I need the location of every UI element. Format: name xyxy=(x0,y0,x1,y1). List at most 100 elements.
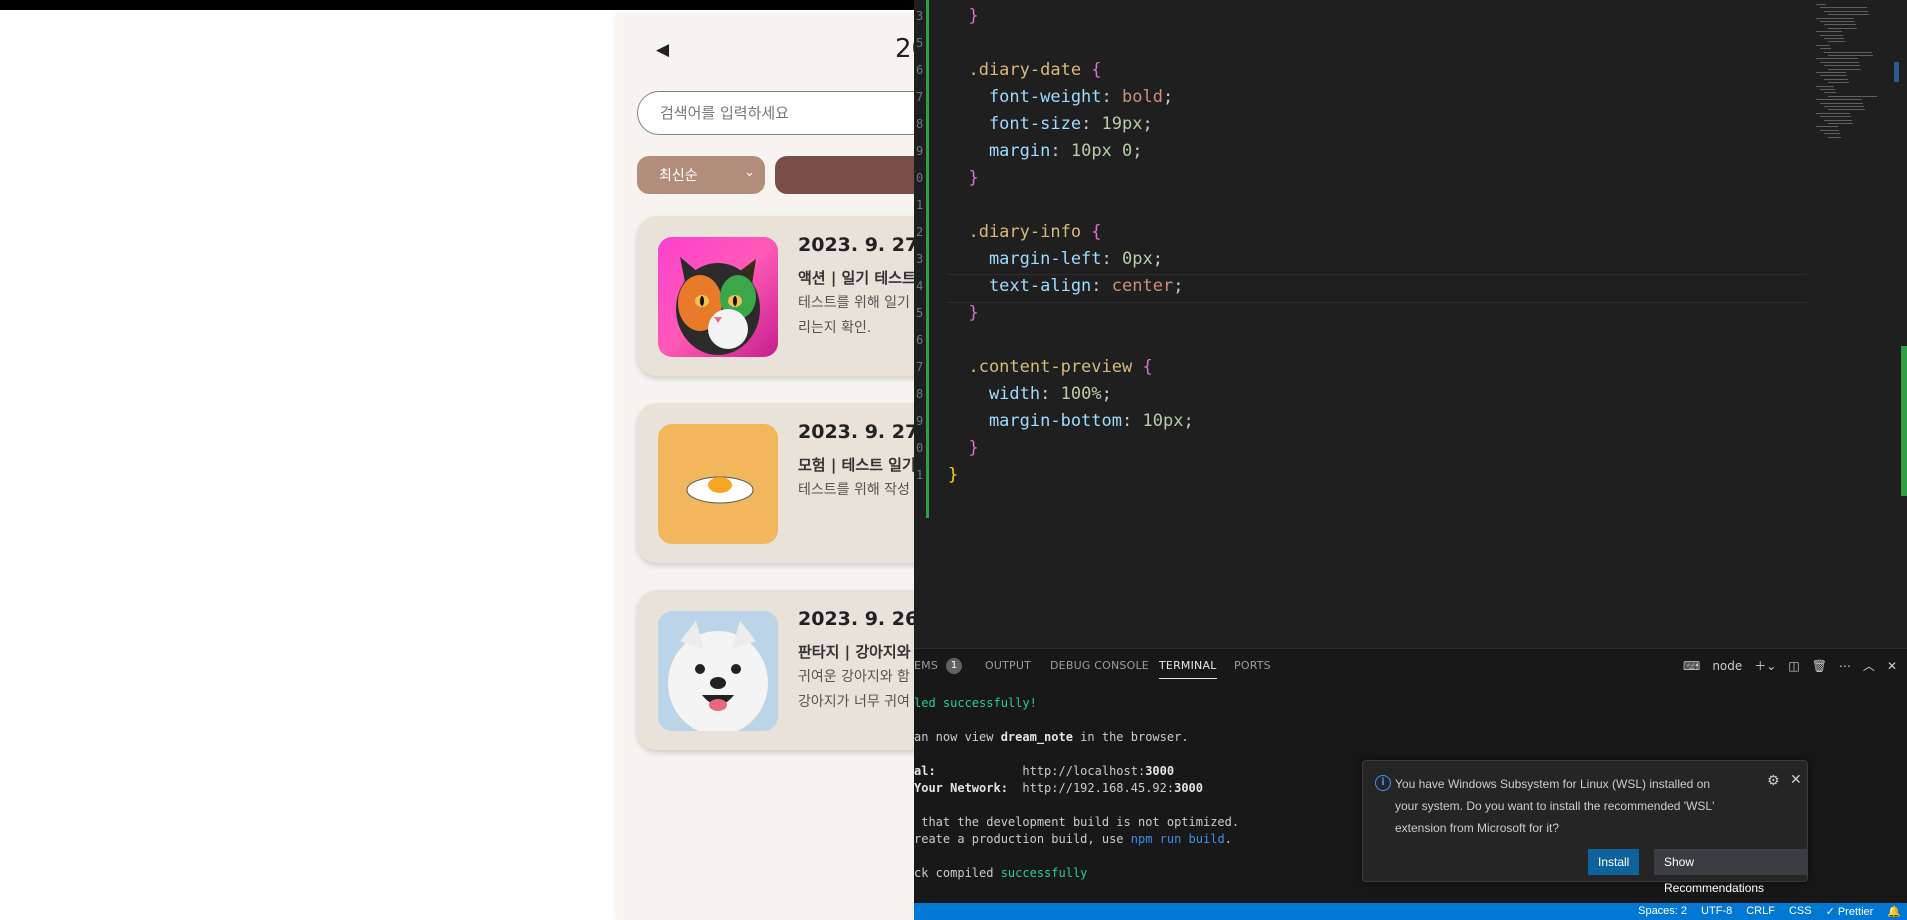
trash-icon[interactable]: 🗑 xyxy=(1812,659,1827,673)
minimap-line xyxy=(1816,85,1834,87)
code-token: ; xyxy=(1101,384,1112,404)
code-line[interactable]: } xyxy=(948,462,958,489)
info-icon: i xyxy=(1375,775,1391,791)
code-line[interactable]: margin: 10px 0; xyxy=(948,138,1143,165)
terminal-name[interactable]: node xyxy=(1712,659,1742,673)
minimap-line xyxy=(1824,51,1872,53)
tab-debug-console[interactable]: DEBUG CONSOLE xyxy=(1050,659,1149,672)
code-token: { xyxy=(1091,222,1102,242)
line-number: 5 xyxy=(916,36,924,50)
split-terminal-icon[interactable]: ◫ xyxy=(1788,659,1799,673)
status-eol[interactable]: CRLF xyxy=(1746,905,1775,918)
code-token: { xyxy=(1142,357,1153,377)
line-number: 0 xyxy=(916,441,924,455)
search-input[interactable] xyxy=(637,91,937,135)
diary-thumbnail-dog xyxy=(658,611,778,731)
code-token: .diary-date xyxy=(948,60,1092,80)
code-line[interactable]: margin-left: 0px; xyxy=(948,246,1163,273)
code-token: } xyxy=(948,438,979,458)
line-number: 1 xyxy=(916,468,924,482)
code-line[interactable]: .content-preview { xyxy=(948,354,1153,381)
editor-scrollbar[interactable] xyxy=(1901,346,1907,496)
code-line[interactable]: } xyxy=(948,300,978,327)
minimap-line xyxy=(1828,55,1873,56)
line-number: 2 xyxy=(916,225,924,239)
terminal-token: . xyxy=(1224,832,1232,846)
minimap-line xyxy=(1820,48,1831,50)
code-line[interactable]: .diary-info { xyxy=(948,219,1102,246)
code-line[interactable]: width: 100%; xyxy=(948,381,1112,408)
code-token: } xyxy=(948,168,979,188)
sort-select[interactable]: 최신순 ⌄ xyxy=(637,156,765,194)
minimap-line xyxy=(1820,21,1855,22)
terminal-token: 3000 xyxy=(1145,764,1175,778)
maximize-panel-icon[interactable]: ︿ xyxy=(1863,657,1875,674)
minimap[interactable] xyxy=(1810,0,1890,150)
terminal-token: reate a production build, use xyxy=(914,832,1131,846)
minimap-line xyxy=(1816,72,1846,73)
code-line[interactable]: } xyxy=(948,165,979,192)
minimap-line xyxy=(1824,106,1864,107)
tab-output[interactable]: OUTPUT xyxy=(985,659,1031,672)
minimap-line xyxy=(1820,34,1843,36)
minimap-line xyxy=(1820,129,1839,131)
code-token: width xyxy=(948,384,1041,404)
code-line[interactable]: font-size: 19px; xyxy=(948,111,1153,138)
terminal-line: ck compiled successfully xyxy=(914,865,1087,882)
code-line[interactable]: } xyxy=(948,3,978,30)
prev-month-button[interactable]: ◀ xyxy=(656,40,669,60)
status-encoding[interactable]: UTF-8 xyxy=(1701,905,1732,918)
minimap-line xyxy=(1816,4,1826,5)
code-token: ; xyxy=(1132,141,1143,161)
terminal-line: reate a production build, use npm run bu… xyxy=(914,831,1232,848)
close-icon[interactable]: ✕ xyxy=(1790,772,1802,788)
code-token: } xyxy=(948,465,959,485)
line-number: 9 xyxy=(916,414,924,428)
code-line[interactable]: .diary-date { xyxy=(948,57,1101,84)
minimap-line xyxy=(1816,99,1862,101)
notifications-bell-icon[interactable]: 🔔 xyxy=(1887,905,1901,918)
gear-icon[interactable]: ⚙ xyxy=(1767,773,1780,789)
code-token: ; xyxy=(1173,276,1184,296)
minimap-line xyxy=(1828,27,1857,29)
terminal-token: dream_note xyxy=(1000,730,1073,744)
vscode-window: 3 5 6 7 8 9 0 1 2 3 4 5 6 7 8 9 0 1 } .diary-date { font-… xyxy=(914,0,1907,920)
tab-terminal[interactable]: TERMINAL xyxy=(1159,659,1217,679)
terminal-token: al: xyxy=(914,764,936,778)
show-recommendations-button[interactable]: Show Recommendations xyxy=(1654,849,1807,895)
code-token: text-align xyxy=(948,276,1092,296)
status-language[interactable]: CSS xyxy=(1789,905,1812,918)
minimap-line xyxy=(1828,95,1877,97)
status-indentation[interactable]: Spaces: 2 xyxy=(1638,905,1687,918)
code-token: center xyxy=(1111,276,1174,296)
code-line[interactable]: font-weight: bold; xyxy=(948,84,1173,111)
more-actions-icon[interactable]: ⋯ xyxy=(1839,659,1851,673)
line-number-gutter: 3 5 6 7 8 9 0 1 2 3 4 5 6 7 8 9 0 1 xyxy=(914,0,926,520)
git-change-bar xyxy=(926,0,929,518)
add-terminal-icon[interactable]: ＋⌄ xyxy=(1754,657,1776,674)
code-token: 10px xyxy=(1142,411,1184,431)
browser-top-bar xyxy=(0,0,920,10)
tab-ports[interactable]: PORTS xyxy=(1234,659,1271,672)
wsl-notification: i You have Windows Subsystem for Linux (… xyxy=(1362,760,1808,895)
status-prettier[interactable]: ✓ Prettier xyxy=(1826,905,1874,918)
terminal-token: in the browser. xyxy=(1072,730,1189,744)
chevron-down-icon: ⌄ xyxy=(744,165,755,180)
code-token: : xyxy=(1122,411,1143,431)
tab-problems[interactable]: EMS xyxy=(914,659,938,672)
code-line[interactable]: } xyxy=(948,435,979,462)
diary-title: 액션 | 일기 테스트 xyxy=(798,269,916,287)
code-token: : xyxy=(1091,276,1112,296)
minimap-line xyxy=(1820,102,1863,104)
terminal-icon: ⌨ xyxy=(1683,658,1701,673)
code-line[interactable]: text-align: center; xyxy=(948,273,1184,300)
line-number: 7 xyxy=(916,90,924,104)
install-button[interactable]: Install xyxy=(1588,849,1640,875)
line-number: 8 xyxy=(916,117,924,131)
notification-message: You have Windows Subsystem for Linux (WS… xyxy=(1395,777,1715,835)
minimap-line xyxy=(1828,14,1869,16)
line-number: 4 xyxy=(916,279,924,293)
code-token: 10px 0 xyxy=(1070,141,1133,161)
code-line[interactable]: margin-bottom: 10px; xyxy=(948,408,1194,435)
close-panel-icon[interactable]: ✕ xyxy=(1887,659,1897,673)
